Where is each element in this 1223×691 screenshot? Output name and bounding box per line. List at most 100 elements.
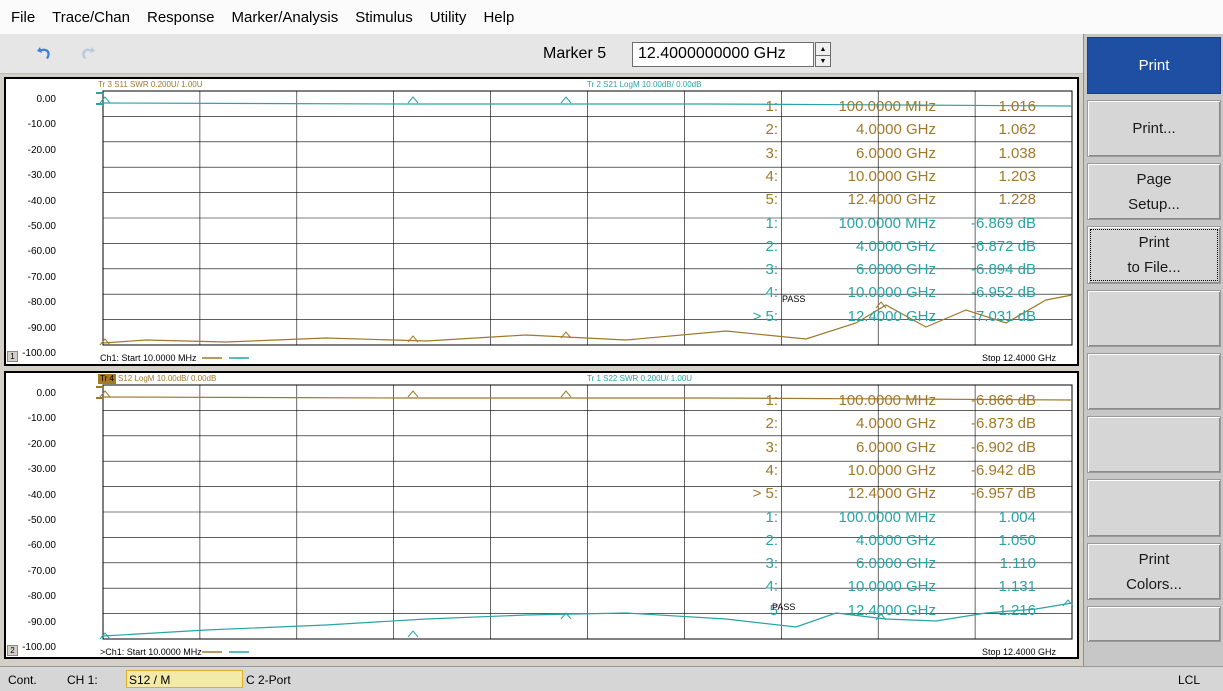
trace-badge-tr4[interactable]: Tr 4 xyxy=(98,374,116,384)
marker-frequency: 100.0000 MHz xyxy=(838,214,936,232)
marker-spinner[interactable]: ▲ ▼ xyxy=(815,42,831,67)
softkey-9[interactable]: Print Colors... xyxy=(1087,543,1221,600)
marker-triangle xyxy=(407,96,419,104)
redo-icon[interactable] xyxy=(76,42,98,64)
marker-value: 1.062 xyxy=(998,121,1036,139)
spin-down-icon[interactable]: ▼ xyxy=(816,55,830,67)
marker-value: -6.873 dB xyxy=(970,415,1036,433)
undo-icon[interactable] xyxy=(34,42,56,64)
marker-frequency: 12.4000 GHz xyxy=(847,191,936,209)
marker-frequency: 6.0000 GHz xyxy=(855,555,936,573)
marker-frequency: 100.0000 MHz xyxy=(838,98,936,115)
y-axis-tick: -20.00 xyxy=(27,438,56,450)
channel-window-1[interactable]: 0.00 -10.00 -20.00 -30.00 -40.00 -50.00 -60.00… xyxy=(4,77,1079,366)
softkey-label: Page xyxy=(1136,170,1172,188)
spin-up-icon[interactable]: ▲ xyxy=(816,43,830,55)
marker-frequency: 10.0000 GHz xyxy=(847,284,936,302)
marker-value: -6.869 dB xyxy=(970,214,1036,232)
softkey-label: Print xyxy=(1138,234,1170,251)
marker-frequency: 10.0000 GHz xyxy=(847,167,936,185)
softkey-label: Print xyxy=(1138,550,1170,568)
softkey-label: to File... xyxy=(1127,259,1181,276)
y-axis-tick: -70.00 xyxy=(27,271,56,283)
menu-trace-chan[interactable]: Trace/Chan xyxy=(51,7,131,28)
softkey-4[interactable]: Print to File... xyxy=(1087,226,1221,284)
y-axis-tick: -90.00 xyxy=(27,616,56,628)
softkey-label: Setup... xyxy=(1128,195,1180,213)
marker-value: 1.004 xyxy=(998,508,1036,526)
marker-value: -6.957 dB xyxy=(970,485,1036,503)
marker-index: 4: xyxy=(765,461,778,479)
trace-header-tr4[interactable]: S12 LogM 10.00dB/ 0.00dB xyxy=(118,374,216,384)
y-axis-tick: -70.00 xyxy=(27,565,56,577)
marker-frequency-input[interactable]: 12.4000000000 GHz xyxy=(632,42,814,67)
marker-label: Marker 5 xyxy=(543,45,607,62)
active-channel-status: CH 1: xyxy=(67,673,98,687)
menu-stimulus[interactable]: Stimulus xyxy=(354,7,414,28)
toolbar: Marker 5 12.4000000000 GHz ▲ ▼ xyxy=(0,34,1083,74)
y-axis-tick: -80.00 xyxy=(27,297,56,309)
sweep-mode-status: Cont. xyxy=(8,673,37,687)
marker-frequency: 6.0000 GHz xyxy=(855,144,936,162)
stop-frequency-label[interactable]: Stop 12.4000 GHz xyxy=(982,647,1056,657)
marker-index: > 5: xyxy=(752,485,778,503)
marker-value: -6.902 dB xyxy=(970,438,1036,456)
menu-marker-analysis[interactable]: Marker/Analysis xyxy=(231,7,340,28)
marker-frequency: 10.0000 GHz xyxy=(847,578,936,596)
marker-triangle xyxy=(560,390,572,398)
menu-bar: File Trace/Chan Response Marker/Analysis… xyxy=(0,0,1223,34)
marker-triangle xyxy=(99,338,111,346)
y-axis-tick: -60.00 xyxy=(27,246,56,258)
softkey-6[interactable] xyxy=(1087,353,1221,410)
stop-frequency-label[interactable]: Stop 12.4000 GHz xyxy=(982,353,1056,363)
marker-value: 1.038 xyxy=(998,144,1036,162)
remote-status: LCL xyxy=(1178,673,1201,687)
y-axis-tick: 0.00 xyxy=(36,388,56,399)
marker-index: 1: xyxy=(765,508,778,526)
softkey-8[interactable] xyxy=(1087,479,1221,537)
marker-index: 4: xyxy=(765,578,778,596)
marker-index: 2: xyxy=(765,531,778,549)
menu-utility[interactable]: Utility xyxy=(429,7,468,28)
marker-value: -6.866 dB xyxy=(970,392,1036,409)
marker-index: 5: xyxy=(765,191,778,209)
softkey-2[interactable]: Print... xyxy=(1087,100,1221,157)
calibration-status: C 2-Port xyxy=(246,673,291,687)
marker-index: 4: xyxy=(765,284,778,302)
marker-frequency: 4.0000 GHz xyxy=(855,121,936,139)
menu-file[interactable]: File xyxy=(10,7,36,28)
channel-window-2[interactable]: 0.00 -10.00 -20.00 -30.00 -40.00 -50.00 -60.00… xyxy=(4,371,1079,659)
marker-frequency: 6.0000 GHz xyxy=(855,438,936,456)
marker-value: 1.203 xyxy=(998,167,1036,185)
marker-value: 1.050 xyxy=(998,531,1036,549)
marker-value: 1.216 xyxy=(998,601,1036,619)
trace-header-right[interactable]: Tr 2 S21 LogM 10.00dB/ 0.00dB xyxy=(587,80,701,90)
start-frequency-label[interactable]: Ch1: Start 10.0000 MHz xyxy=(100,353,197,363)
softkey-label: Print... xyxy=(1132,120,1176,137)
trace-header-right[interactable]: Tr 1 S22 SWR 0.200U/ 1.00U xyxy=(587,374,692,384)
marker-triangle xyxy=(560,96,572,104)
active-measurement-status[interactable]: S12 / M xyxy=(126,670,243,688)
softkey-7[interactable] xyxy=(1087,416,1221,473)
marker-frequency: 4.0000 GHz xyxy=(855,531,936,549)
y-axis-tick: -40.00 xyxy=(27,195,56,207)
y-axis-tick: -50.00 xyxy=(27,515,56,526)
softkey-3[interactable]: Page Setup... xyxy=(1087,163,1221,220)
softkey-1[interactable]: Print xyxy=(1087,37,1221,94)
trace-header-tr3[interactable]: Tr 3 S11 SWR 0.200U/ 1.00U xyxy=(98,80,203,90)
marker-frequency: 12.4000 GHz xyxy=(847,307,936,325)
marker-frequency: 100.0000 MHz xyxy=(838,392,936,409)
start-frequency-label[interactable]: >Ch1: Start 10.0000 MHz xyxy=(100,647,202,657)
softkey-10[interactable] xyxy=(1087,606,1221,642)
marker-index: 3: xyxy=(765,261,778,279)
marker-value: -6.872 dB xyxy=(970,237,1036,255)
vna-application: File Trace/Chan Response Marker/Analysis… xyxy=(0,0,1223,691)
softkey-5[interactable] xyxy=(1087,290,1221,347)
marker-triangle xyxy=(407,630,419,638)
menu-response[interactable]: Response xyxy=(146,7,216,28)
limit-test-pass: PASS xyxy=(782,294,806,304)
menu-help[interactable]: Help xyxy=(482,7,515,28)
y-axis-tick: -20.00 xyxy=(27,144,56,156)
softkey-panel: Print Print... Page Setup... Print to File...… xyxy=(1083,34,1223,666)
y-axis-tick: -30.00 xyxy=(27,170,56,182)
